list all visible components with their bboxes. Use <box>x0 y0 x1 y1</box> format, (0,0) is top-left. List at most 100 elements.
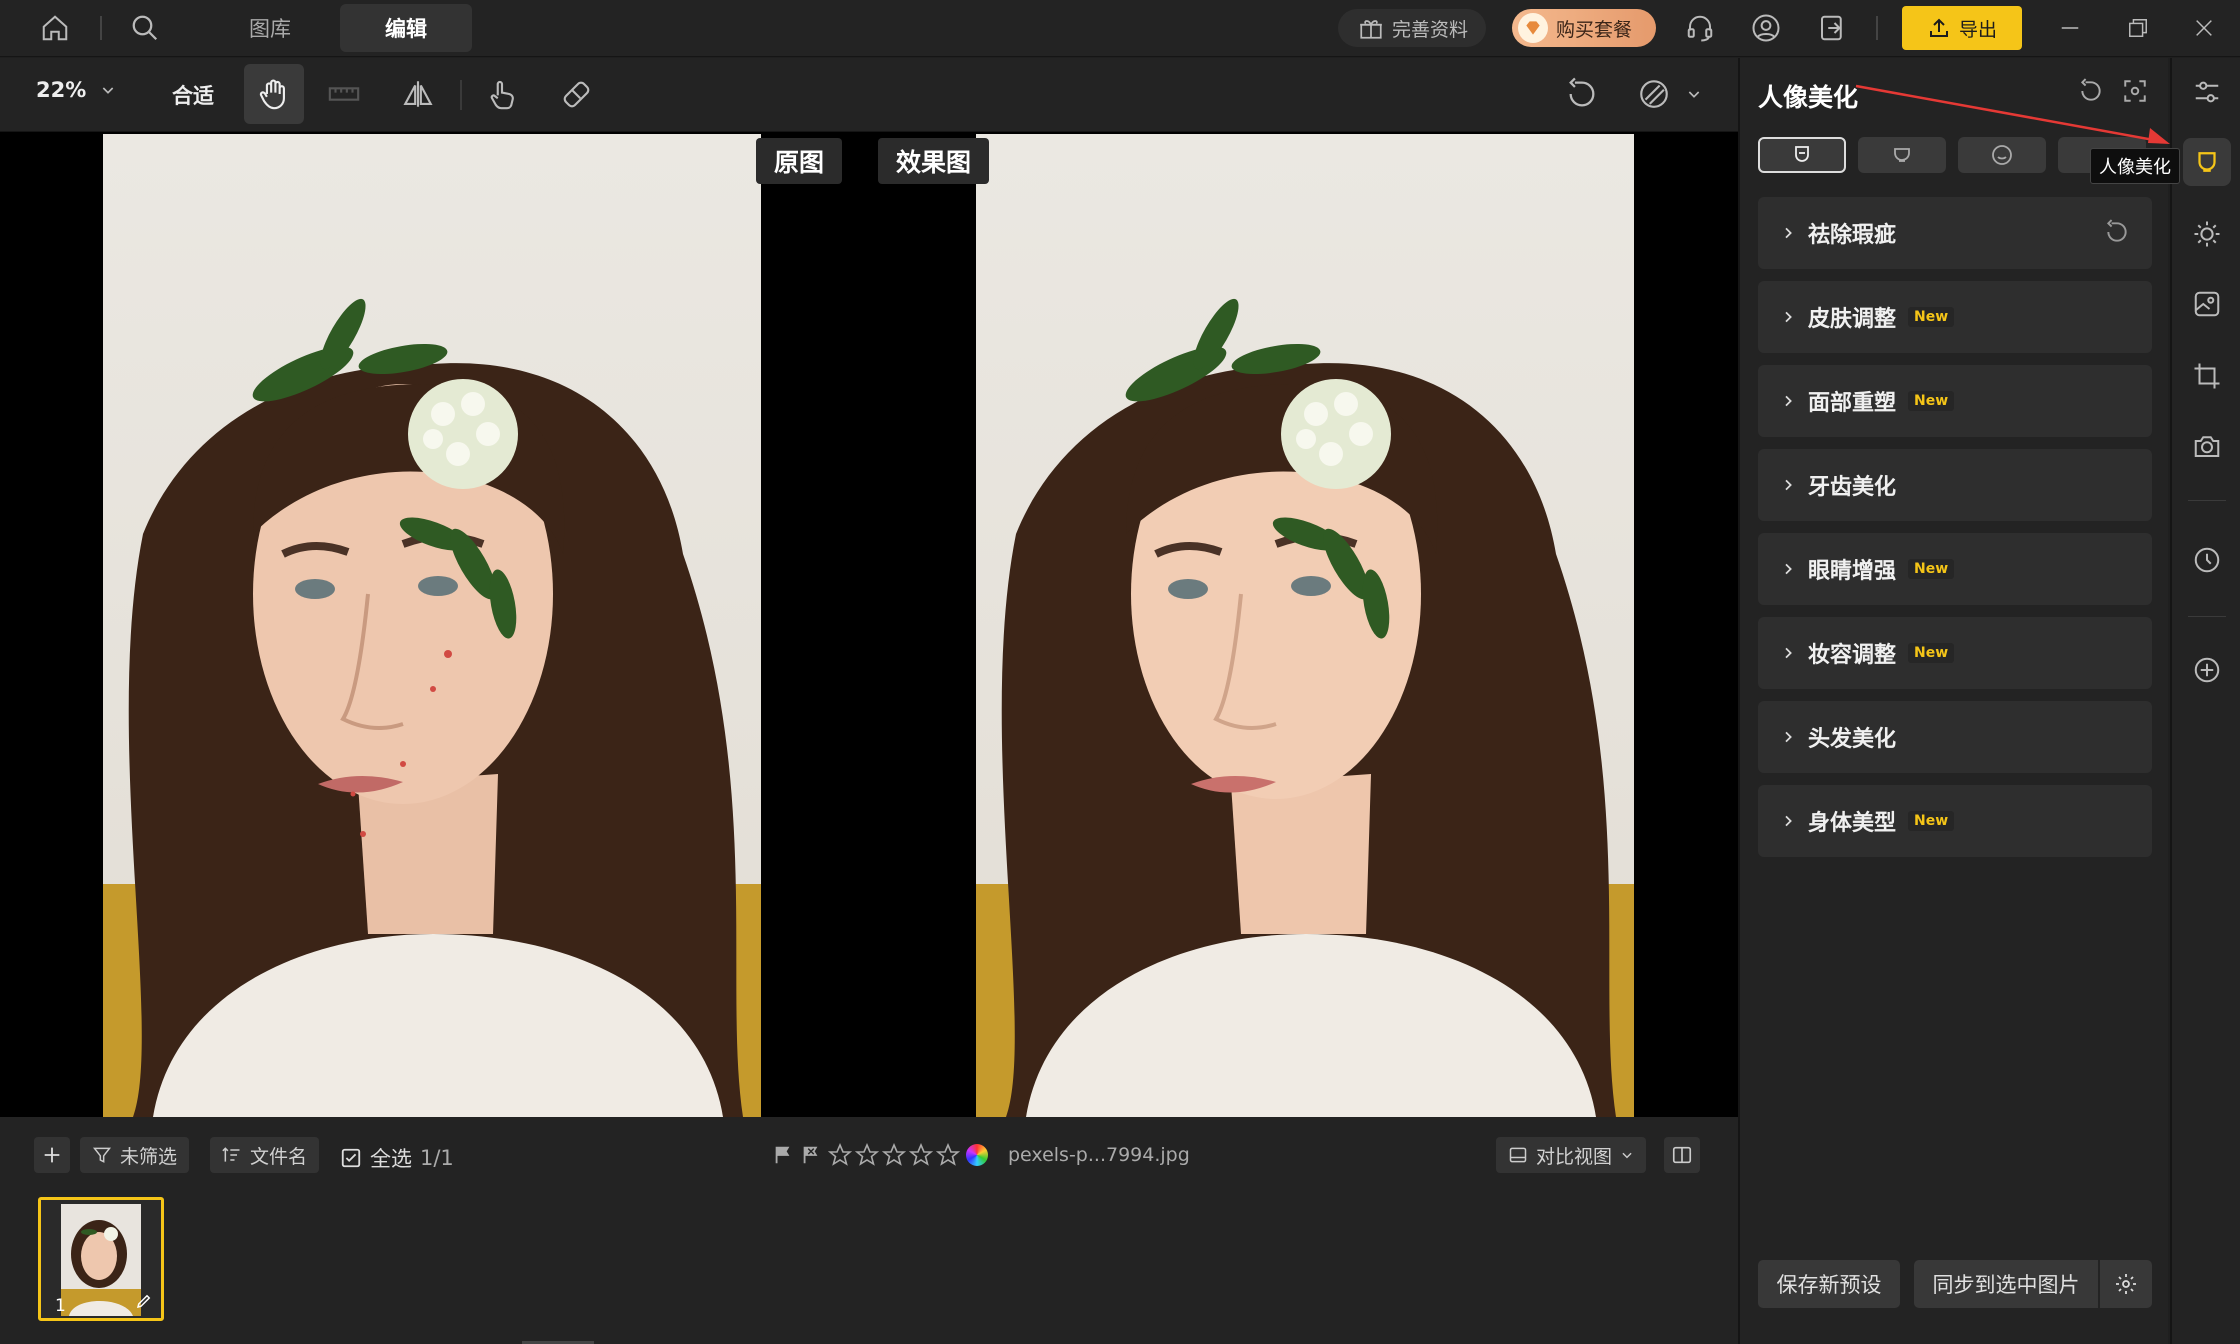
chevron-right-icon <box>1785 731 1792 743</box>
flip-icon[interactable] <box>388 64 448 124</box>
filter-button[interactable]: 未筛选 <box>80 1137 190 1173</box>
chevron-right-icon <box>1785 563 1792 575</box>
original-photo <box>103 134 761 1117</box>
section-title: 祛除瑕疵 <box>1808 223 1897 248</box>
support-icon[interactable] <box>1680 8 1720 48</box>
profile-button[interactable]: 完善资料 <box>1338 9 1486 47</box>
section-title: 身体美型 <box>1808 811 1897 836</box>
chevron-right-icon <box>1785 311 1792 323</box>
section-4[interactable]: 牙齿美化 <box>1758 449 2152 521</box>
touch-tool-icon[interactable] <box>472 64 532 124</box>
new-badge: New <box>1908 307 1955 327</box>
section-title: 牙齿美化 <box>1808 475 1897 500</box>
star-icon[interactable] <box>936 1143 960 1167</box>
image-canvas[interactable]: 原图 效果图 <box>0 132 1738 1117</box>
restore-icon[interactable] <box>2118 8 2158 48</box>
section-2[interactable]: 皮肤调整 New <box>1758 281 2152 353</box>
buy-plan-button[interactable]: 购买套餐 <box>1512 9 1656 47</box>
light-sun-icon[interactable] <box>2183 210 2231 258</box>
image-effects-icon[interactable] <box>2183 280 2231 328</box>
filter-label: 未筛选 <box>120 1145 178 1168</box>
face-detect-icon[interactable] <box>2122 78 2148 108</box>
filmstrip: 1 <box>0 1197 1738 1344</box>
result-photo <box>976 134 1634 1117</box>
section-1[interactable]: 祛除瑕疵 <box>1758 197 2152 269</box>
zoom-dropdown[interactable]: 22% <box>36 78 116 102</box>
view-mode-label: 对比视图 <box>1536 1145 1613 1168</box>
title-bar: 图库 编辑 完善资料 购买套餐 导出 <box>0 0 2240 57</box>
section-7[interactable]: 头发美化 <box>1758 701 2152 773</box>
hand-tool-icon[interactable] <box>244 64 304 124</box>
mode-face-icon[interactable] <box>1758 137 1846 173</box>
rating-bar: pexels-p...7994.jpg <box>772 1143 1190 1167</box>
fit-button[interactable]: 合适 <box>172 80 214 110</box>
view-mode-dropdown[interactable]: 对比视图 <box>1496 1137 1647 1173</box>
home-icon[interactable] <box>35 8 75 48</box>
rotate-reset-icon[interactable] <box>1552 64 1612 124</box>
tab-edit[interactable]: 编辑 <box>340 4 472 52</box>
sidebar-tooltip: 人像美化 <box>2090 148 2180 184</box>
filter-icon <box>92 1147 112 1163</box>
sort-label: 文件名 <box>250 1145 308 1168</box>
star-icon[interactable] <box>909 1143 933 1167</box>
sort-button[interactable]: 文件名 <box>210 1137 320 1173</box>
add-icon[interactable] <box>34 1137 70 1173</box>
search-icon[interactable] <box>125 8 165 48</box>
star-rating[interactable] <box>828 1143 960 1167</box>
export-button[interactable]: 导出 <box>1902 6 2022 50</box>
sync-button[interactable]: 同步到选中图片 <box>1914 1260 2098 1308</box>
filename: pexels-p...7994.jpg <box>1008 1144 1190 1166</box>
panel-title: 人像美化 <box>1758 83 1859 112</box>
close-icon[interactable] <box>2184 8 2224 48</box>
bottom-bar: 未筛选 文件名 全选 1/1 pexels-p...7994.jpg 对比视图 <box>0 1117 1738 1197</box>
minimize-icon[interactable] <box>2050 8 2090 48</box>
star-icon[interactable] <box>882 1143 906 1167</box>
ruler-icon[interactable] <box>314 64 374 124</box>
panel-reset-icon[interactable] <box>2078 78 2104 108</box>
eraser-icon[interactable] <box>546 64 606 124</box>
adjust-sliders-icon[interactable] <box>2183 68 2231 116</box>
chevron-right-icon <box>1785 647 1792 659</box>
thumbnail-index: 1 <box>55 1296 66 1316</box>
chevron-right-icon <box>1785 395 1792 407</box>
section-6[interactable]: 妆容调整 New <box>1758 617 2152 689</box>
checkbox-icon <box>341 1148 361 1168</box>
mode-smile-icon[interactable] <box>1958 137 2046 173</box>
tab-library[interactable]: 图库 <box>220 4 320 52</box>
mode-skin-icon[interactable] <box>1858 137 1946 173</box>
account-icon[interactable] <box>1746 8 1786 48</box>
module-sidebar <box>2170 58 2240 1344</box>
section-5[interactable]: 眼睛增强 New <box>1758 533 2152 605</box>
section-8[interactable]: 身体美型 New <box>1758 785 2152 857</box>
add-circle-icon[interactable] <box>2183 646 2231 694</box>
section-title: 妆容调整 <box>1808 643 1897 668</box>
crop-icon[interactable] <box>2183 352 2231 400</box>
select-all-checkbox[interactable]: 全选 1/1 <box>340 1143 454 1173</box>
new-badge: New <box>1908 391 1955 411</box>
camera-icon[interactable] <box>2183 422 2231 470</box>
history-clock-icon[interactable] <box>2183 536 2231 584</box>
star-icon[interactable] <box>855 1143 879 1167</box>
result-label: 效果图 <box>878 138 990 184</box>
edit-toolbar: 22% 合适 <box>0 58 1738 132</box>
reject-flag-icon[interactable] <box>800 1144 822 1166</box>
star-icon[interactable] <box>828 1143 852 1167</box>
settings-gear-icon[interactable] <box>2100 1260 2152 1308</box>
split-view-icon[interactable] <box>1664 1137 1700 1173</box>
color-label-icon[interactable] <box>966 1144 988 1166</box>
logout-icon[interactable] <box>1812 8 1852 48</box>
section-reset-icon[interactable] <box>2104 219 2130 249</box>
zoom-value: 22% <box>36 78 87 102</box>
profile-button-label: 完善资料 <box>1392 18 1469 41</box>
chevron-down-icon <box>103 87 114 94</box>
portrait-beauty-icon[interactable] <box>2183 138 2231 186</box>
section-title: 头发美化 <box>1808 727 1897 752</box>
upload-icon <box>1929 18 1948 37</box>
flag-icon[interactable] <box>772 1144 794 1166</box>
section-3[interactable]: 面部重塑 New <box>1758 365 2152 437</box>
save-preset-button[interactable]: 保存新预设 <box>1758 1260 1900 1308</box>
gift-icon <box>1360 20 1382 39</box>
overlay-icon[interactable] <box>1624 64 1684 124</box>
thumbnail[interactable]: 1 <box>38 1197 164 1321</box>
overlay-chevron-down-icon[interactable] <box>1686 86 1702 106</box>
